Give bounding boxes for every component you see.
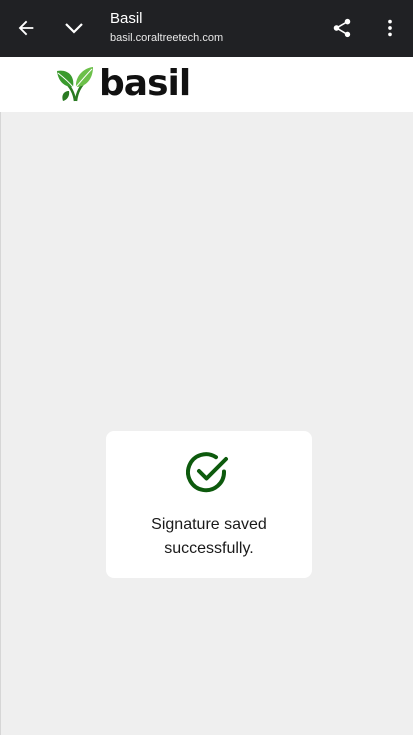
success-message: Signature saved successfully. [151,516,267,557]
arrow-left-icon [18,20,34,36]
page-url[interactable]: basil.coraltreetech.com [110,31,223,45]
back-button[interactable] [10,12,42,44]
success-dialog: Signature saved successfully. [106,431,312,578]
more-options-button[interactable] [374,12,406,44]
logo-text: basil [99,63,191,104]
share-button[interactable] [326,12,358,44]
check-circle-icon [186,452,228,493]
chevron-down-icon [65,23,83,34]
main-content: Signature saved successfully. [0,112,413,735]
more-vertical-icon [388,19,392,37]
site-logo[interactable]: basil [55,63,191,104]
collapse-button[interactable] [58,12,90,44]
share-icon [333,18,351,38]
page-title: Basil [110,10,143,27]
leaf-icon [57,67,93,102]
browser-toolbar: Basil basil.coraltreetech.com [0,0,413,57]
site-header: basil [0,57,413,112]
